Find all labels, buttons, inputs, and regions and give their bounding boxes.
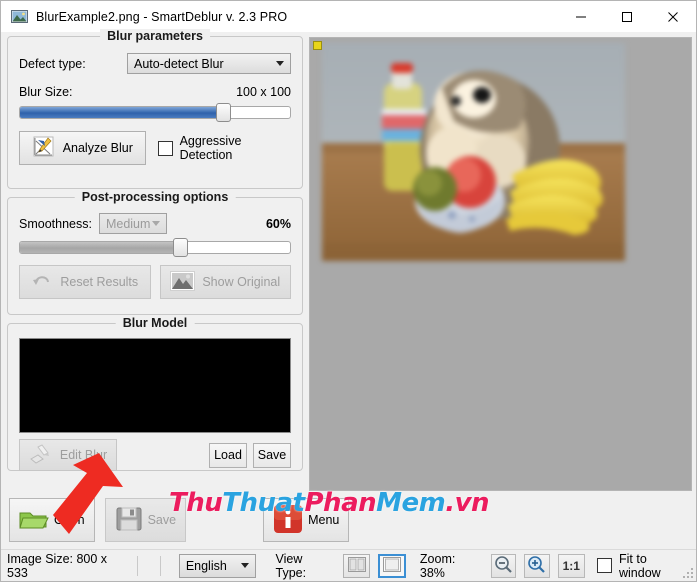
edit-blur-button[interactable]: Edit Blur [19,439,117,471]
open-label: Open [54,513,85,527]
split-view-icon [347,556,366,575]
smoothness-slider[interactable] [19,238,291,257]
reset-results-button[interactable]: Reset Results [19,265,151,299]
magnifier-minus-icon [494,555,513,577]
floppy-disk-icon [115,506,143,535]
watermark-part-5: .vn [445,488,490,518]
image-size-label: Image Size: 800 x 533 [7,551,108,580]
analyze-blur-button[interactable]: Analyze Blur [19,131,146,165]
title-bar: BlurExample2.png - SmartDeblur v. 2.3 PR… [1,1,696,32]
smoothness-label: Smoothness: [19,216,92,231]
pencil-eraser-icon [29,443,53,467]
language-value: English [185,558,227,573]
watermark-part-4: Mem [376,488,446,518]
magnifier-plus-icon [527,555,546,577]
blur-size-fill [20,107,223,118]
landscape-photo-icon [170,270,196,294]
single-view-icon [383,556,402,575]
blur-parameters-group: Blur parameters Defect type: Auto-detect… [7,29,303,189]
smoothness-track [19,241,291,254]
load-blur-model-button[interactable]: Load [209,442,247,468]
blur-model-preview[interactable] [19,338,291,433]
zoom-in-button[interactable] [524,553,550,578]
blur-model-group: Blur Model Edit Blur Load Save [7,316,303,471]
resize-grip-icon[interactable] [682,567,694,579]
image-canvas[interactable] [309,37,692,491]
aggressive-detection-checkbox[interactable] [157,140,173,156]
defect-type-value: Auto-detect Blur [134,56,224,71]
language-select[interactable]: English [178,553,256,578]
app-image-icon [11,9,28,24]
smoothness-select[interactable]: Medium [98,213,167,234]
chevron-down-icon [240,563,249,568]
defect-type-select[interactable]: Auto-detect Blur [127,53,291,74]
open-button[interactable]: Open [9,498,95,542]
save-blur-model-button[interactable]: Save [253,442,291,468]
preview-photo [322,43,625,261]
watermark-part-3: Phan [304,488,377,518]
post-processing-group: Post-processing options Smoothness: Medi… [7,190,303,315]
chevron-down-icon [151,221,160,226]
zoom-reset-button[interactable]: 1:1 [557,553,585,578]
blur-size-handle[interactable] [216,103,232,122]
blur-size-value: 100 x 100 [236,85,291,99]
undo-arrow-icon [31,271,53,294]
defect-type-label: Defect type: [19,56,86,71]
smoothness-value: Medium [105,216,151,231]
blur-model-title: Blur Model [115,316,195,330]
show-original-label: Show Original [202,275,281,289]
zoom-reset-label: 1:1 [562,558,580,573]
view-type-label: View Type: [275,551,307,580]
analyze-blur-label: Analyze Blur [62,141,133,155]
main-area: Blur parameters Defect type: Auto-detect… [1,29,696,491]
zoom-out-button[interactable] [490,553,517,578]
blur-parameters-title: Blur parameters [100,29,210,43]
zoom-label: Zoom: 38% [419,551,456,580]
status-bar: Image Size: 800 x 533 English View Type: [1,549,696,581]
maximize-button[interactable] [604,1,650,32]
left-control-panel: Blur parameters Defect type: Auto-detect… [1,29,309,491]
aggressive-detection-label: Aggressive Detection [179,134,242,162]
watermark-text: ThuThuatPhanMem.vn [169,488,490,518]
post-processing-title: Post-processing options [74,190,236,204]
blur-size-track [19,106,291,119]
window-title: BlurExample2.png - SmartDeblur v. 2.3 PR… [36,9,288,24]
view-type-single-button[interactable] [378,553,406,578]
show-original-button[interactable]: Show Original [159,265,291,299]
smoothness-percent: 60% [265,216,291,231]
blur-size-slider[interactable] [19,103,291,122]
fit-to-window-checkbox[interactable] [596,558,612,573]
save-label: Save [257,448,287,462]
watermark-part-2: Thuat [222,488,305,518]
aggressive-detection-row[interactable]: Aggressive Detection [157,134,291,162]
chevron-down-icon [276,61,284,66]
minimize-button[interactable] [558,1,604,32]
fit-to-window-row[interactable]: Fit to window [596,551,690,580]
reset-results-label: Reset Results [60,275,139,289]
edit-blur-label: Edit Blur [59,448,108,462]
smoothness-handle[interactable] [172,238,188,257]
window-controls [558,1,696,32]
status-divider-2 [159,555,161,576]
view-type-split-button[interactable] [342,553,371,578]
blur-size-label: Blur Size: [19,85,73,99]
chart-pencil-icon [32,135,56,162]
load-label: Load [214,448,242,462]
close-button[interactable] [650,1,696,32]
selection-marker-icon [313,41,322,50]
open-folder-icon [19,507,49,534]
status-divider-1 [136,555,138,576]
watermark-part-1: Thu [169,488,223,518]
fit-to-window-label: Fit to window [618,551,661,580]
smoothness-fill [20,242,180,253]
smartdeblur-window: BlurExample2.png - SmartDeblur v. 2.3 PR… [0,0,697,582]
